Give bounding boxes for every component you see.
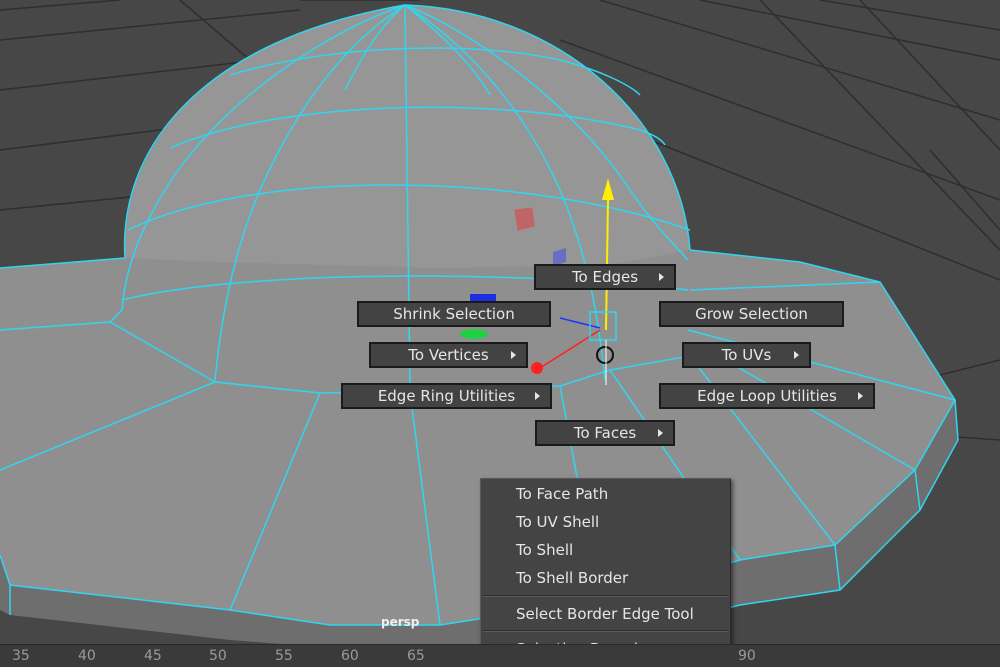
menu-to-uvs[interactable]: To UVs xyxy=(682,342,811,368)
time-tick: 45 xyxy=(144,648,162,664)
time-tick: 90 xyxy=(738,648,756,664)
time-tick: 60 xyxy=(341,648,359,664)
submenu-item-to-face-path[interactable]: To Face Path xyxy=(516,481,608,507)
submenu-arrow-icon xyxy=(794,351,799,359)
time-tick: 55 xyxy=(275,648,293,664)
menu-to-vertices[interactable]: To Vertices xyxy=(369,342,528,368)
menu-edge-ring-utilities[interactable]: Edge Ring Utilities xyxy=(341,383,552,409)
time-tick: 65 xyxy=(407,648,425,664)
submenu-item-select-border-edge-tool[interactable]: Select Border Edge Tool xyxy=(516,601,694,627)
submenu-arrow-icon xyxy=(511,351,516,359)
submenu-divider xyxy=(483,630,728,632)
submenu-divider xyxy=(483,595,728,597)
time-tick: 40 xyxy=(78,648,96,664)
submenu-arrow-icon xyxy=(535,392,540,400)
menu-edge-loop-utilities[interactable]: Edge Loop Utilities xyxy=(659,383,875,409)
camera-label: persp xyxy=(381,615,420,629)
menu-label: To Faces xyxy=(573,424,637,442)
time-tick: 35 xyxy=(12,648,30,664)
submenu-item-to-shell-border[interactable]: To Shell Border xyxy=(516,565,628,591)
submenu-arrow-icon xyxy=(659,273,664,281)
menu-to-edges[interactable]: To Edges xyxy=(534,264,676,290)
submenu-item-to-shell[interactable]: To Shell xyxy=(516,537,573,563)
submenu-arrow-icon xyxy=(858,392,863,400)
menu-to-faces[interactable]: To Faces xyxy=(535,420,675,446)
menu-label: Edge Ring Utilities xyxy=(377,387,516,405)
menu-label: To Vertices xyxy=(408,346,489,364)
menu-label: Edge Loop Utilities xyxy=(697,387,837,405)
menu-grow-selection[interactable]: Grow Selection xyxy=(659,301,844,327)
menu-label: To UVs xyxy=(721,346,772,364)
menu-shrink-selection[interactable]: Shrink Selection xyxy=(357,301,551,327)
selection-submenu: To Face Path To UV Shell To Shell To She… xyxy=(480,478,731,666)
menu-label: Grow Selection xyxy=(695,305,808,323)
menu-label: To Edges xyxy=(571,268,639,286)
time-tick: 50 xyxy=(209,648,227,664)
submenu-item-to-uv-shell[interactable]: To UV Shell xyxy=(516,509,599,535)
menu-label: Shrink Selection xyxy=(393,305,515,323)
time-slider[interactable]: 35 40 45 50 55 60 65 90 xyxy=(0,644,1000,667)
submenu-arrow-icon xyxy=(658,429,663,437)
